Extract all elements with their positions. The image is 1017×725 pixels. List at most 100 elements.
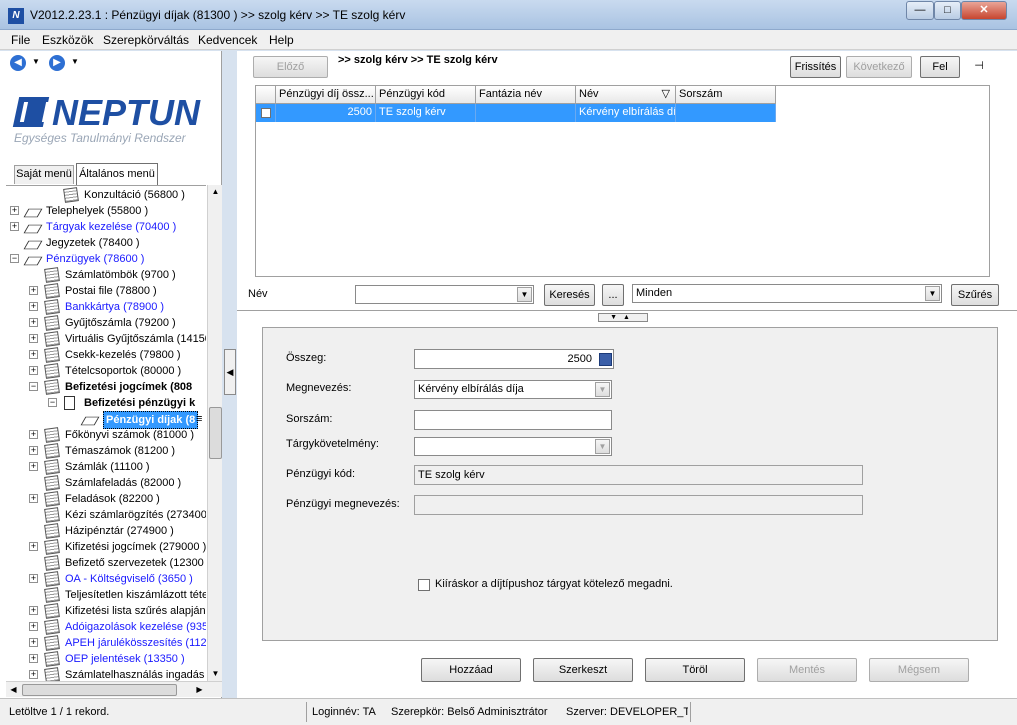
menu-help[interactable]: Help	[269, 33, 294, 47]
more-options-button[interactable]: ...	[602, 284, 624, 306]
amount-field[interactable]: 2500	[414, 349, 614, 369]
tree-item[interactable]: Teljesítetlen kiszámlázott téte	[6, 587, 206, 603]
subject-requirement-select[interactable]: ▼	[414, 437, 612, 456]
filter-scope-select[interactable]: Minden ▼	[632, 284, 942, 303]
tree-vertical-scrollbar[interactable]: ▲ ▼	[207, 185, 222, 681]
expand-icon[interactable]: +	[29, 542, 38, 551]
expand-icon[interactable]: +	[29, 302, 38, 311]
scroll-left-icon[interactable]: ◀	[6, 682, 21, 698]
scroll-down-icon[interactable]: ▼	[208, 667, 223, 681]
edit-button[interactable]: Szerkeszt	[533, 658, 633, 682]
search-button[interactable]: Keresés	[544, 284, 595, 306]
collapse-panel-icon[interactable]: ◀	[224, 349, 236, 395]
tree-horizontal-scrollbar[interactable]: ◀ ▶	[6, 681, 222, 697]
expand-icon[interactable]: +	[29, 494, 38, 503]
menu-favorites[interactable]: Kedvencek	[198, 33, 257, 47]
require-subject-checkbox[interactable]	[418, 579, 430, 591]
expand-icon[interactable]: +	[29, 622, 38, 631]
up-button[interactable]: Fel	[920, 56, 960, 78]
row-checkbox[interactable]	[261, 108, 271, 118]
previous-button[interactable]: Előző	[253, 56, 328, 78]
table-row-code[interactable]: TE szolg kérv	[376, 104, 476, 122]
expand-icon[interactable]: +	[29, 334, 38, 343]
calculator-icon[interactable]	[599, 353, 612, 366]
expand-icon[interactable]: +	[29, 670, 38, 679]
expand-icon[interactable]: +	[29, 638, 38, 647]
tree-item[interactable]: + Kifizetési jogcímek (279000 )	[6, 539, 206, 555]
tree-item[interactable]: Házipénztár (274900 )	[6, 523, 206, 539]
expand-icon[interactable]: +	[10, 206, 19, 215]
tree-item[interactable]: + Témaszámok (81200 )	[6, 443, 206, 459]
tab-general-menu[interactable]: Általános menü	[76, 163, 158, 185]
pin-icon[interactable]: ⊣	[971, 59, 987, 73]
expand-icon[interactable]: +	[29, 286, 38, 295]
serial-field[interactable]	[414, 410, 612, 430]
tree-item[interactable]: + Számlák (11100 )	[6, 459, 206, 475]
add-button[interactable]: Hozzáad	[421, 658, 521, 682]
filter-field-select[interactable]: ▼	[355, 285, 534, 304]
expand-icon[interactable]: +	[29, 430, 38, 439]
expand-collapse-icon[interactable]: ▼▲	[598, 313, 648, 322]
tree-item[interactable]: − Pénzügyek (78600 )	[6, 251, 206, 267]
tree-item[interactable]: Számlatömbök (9700 )	[6, 267, 206, 283]
grid-header-serial[interactable]: Sorszám	[676, 86, 776, 104]
chevron-down-icon[interactable]: ▼	[595, 439, 610, 454]
tree-item[interactable]: + Feladások (82200 )	[6, 491, 206, 507]
expand-icon[interactable]: +	[29, 574, 38, 583]
tree-item[interactable]: Kézi számlarögzítés (273400	[6, 507, 206, 523]
collapse-icon[interactable]: −	[48, 398, 57, 407]
table-row-fantasy[interactable]	[476, 104, 576, 122]
grid-header-code[interactable]: Pénzügyi kód	[376, 86, 476, 104]
next-button[interactable]: Következő	[846, 56, 912, 78]
delete-button[interactable]: Töröl	[645, 658, 745, 682]
tree-item[interactable]: + Kifizetési lista szűrés alapján (	[6, 603, 206, 619]
tree-item[interactable]: Pénzügyi díjak (8 ≡	[6, 411, 206, 429]
grid-header-name[interactable]: Név ▽	[576, 86, 676, 104]
minimize-button[interactable]: —	[906, 1, 934, 20]
expand-icon[interactable]: +	[29, 350, 38, 359]
table-row-name[interactable]: Kérvény elbírálás díj	[576, 104, 676, 122]
tree-item[interactable]: + Tárgyak kezelése (70400 )	[6, 219, 206, 235]
table-row-amount[interactable]: 2500	[276, 104, 376, 122]
tree-item[interactable]: Jegyzetek (78400 )	[6, 235, 206, 251]
chevron-down-icon[interactable]: ▼	[595, 382, 610, 397]
tree-item[interactable]: + Bankkártya (78900 )	[6, 299, 206, 315]
tree-item[interactable]: + APEH járulékösszesítés (112	[6, 635, 206, 651]
menu-file[interactable]: File	[11, 33, 30, 47]
tree-item[interactable]: + OEP jelentések (13350 )	[6, 651, 206, 667]
tree-item[interactable]: + Adóigazolások kezelése (935	[6, 619, 206, 635]
tree-item[interactable]: Konzultáció (56800 )	[6, 187, 206, 203]
forward-arrow-icon[interactable]: ▶	[49, 55, 65, 71]
save-button[interactable]: Mentés	[757, 658, 857, 682]
maximize-button[interactable]: □	[934, 1, 961, 20]
expand-icon[interactable]: +	[10, 222, 19, 231]
expand-icon[interactable]: +	[29, 318, 38, 327]
close-button[interactable]: ✕	[961, 1, 1007, 20]
chevron-down-icon[interactable]: ▼	[925, 286, 940, 301]
panel-splitter[interactable]: ◀	[223, 51, 237, 698]
tree-item[interactable]: + Főkönyvi számok (81000 )	[6, 427, 206, 443]
tree-item[interactable]: + Csekk-kezelés (79800 )	[6, 347, 206, 363]
table-row-serial[interactable]	[676, 104, 776, 122]
menu-tools[interactable]: Eszközök	[42, 33, 93, 47]
chevron-down-icon[interactable]: ▼	[517, 287, 532, 302]
tree-item[interactable]: Befizető szervezetek (12300	[6, 555, 206, 571]
grid-header-fantasy[interactable]: Fantázia név	[476, 86, 576, 104]
tree-item[interactable]: + OA - Költségviselő (3650 )	[6, 571, 206, 587]
tree-item[interactable]: Számlafeladás (82000 )	[6, 475, 206, 491]
grid-header-select[interactable]	[256, 86, 276, 104]
menu-role-switch[interactable]: Szerepkörváltás	[103, 33, 189, 47]
refresh-button[interactable]: Frissítés	[790, 56, 841, 78]
expand-icon[interactable]: +	[29, 446, 38, 455]
collapse-icon[interactable]: −	[29, 382, 38, 391]
back-arrow-icon[interactable]: ◀	[10, 55, 26, 71]
scroll-thumb-horizontal[interactable]	[22, 684, 177, 696]
tree-item[interactable]: + Számlatelhasználás ingadás (15	[6, 667, 206, 681]
tree-item[interactable]: − Befizetési jogcímek (808	[6, 379, 206, 395]
tree-item[interactable]: + Virtuális Gyűjtőszámla (14150	[6, 331, 206, 347]
tree-item[interactable]: + Telephelyek (55800 )	[6, 203, 206, 219]
expand-icon[interactable]: +	[29, 462, 38, 471]
collapse-icon[interactable]: −	[10, 254, 19, 263]
tree-item[interactable]: + Gyűjtőszámla (79200 )	[6, 315, 206, 331]
tree-item[interactable]: − Befizetési pénzügyi k	[6, 395, 206, 411]
